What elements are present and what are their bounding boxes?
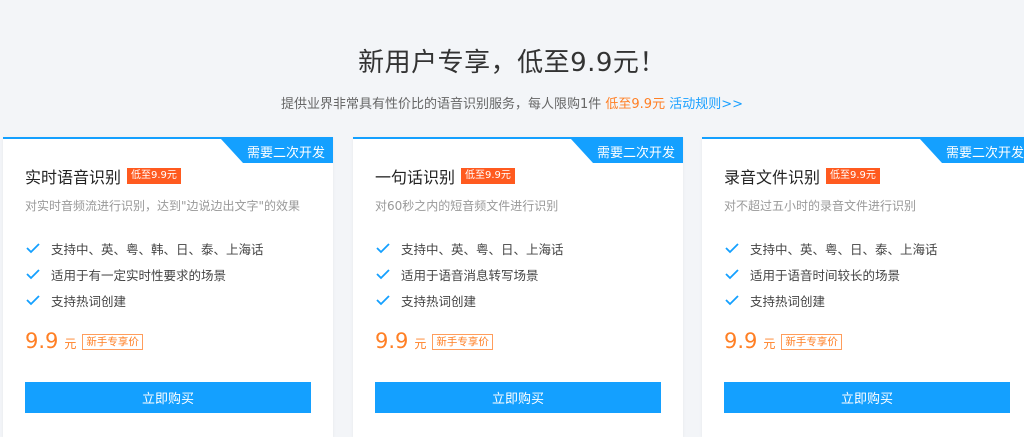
feature-text: 支持中、英、粤、日、泰、上海话 (750, 241, 938, 257)
feature-item: 支持热词创建 (25, 287, 264, 313)
feature-text: 支持热词创建 (750, 293, 826, 309)
discount-badge: 低至9.9元 (127, 168, 181, 184)
feature-item: 适用于语音消息转写场景 (375, 261, 564, 287)
feature-list: 支持中、英、粤、日、上海话 适用于语音消息转写场景 支持热词创建 (375, 235, 564, 313)
buy-button[interactable]: 立即购买 (25, 382, 311, 413)
buy-button[interactable]: 立即购买 (724, 382, 1010, 413)
product-card-realtime: 需要二次开发 实时语音识别 低至9.9元 对实时音频流进行识别，达到"边说边出文… (3, 137, 333, 437)
feature-list: 支持中、英、粤、韩、日、泰、上海话 适用于有一定实时性要求的场景 支持热词创建 (25, 235, 264, 313)
newbie-price-tag: 新手专享价 (432, 334, 493, 350)
product-cards: 需要二次开发 实时语音识别 低至9.9元 对实时音频流进行识别，达到"边说边出文… (0, 137, 1024, 437)
check-icon (725, 243, 739, 254)
check-icon (725, 295, 739, 306)
price-row: 9.9 元 新手专享价 (375, 329, 493, 353)
newbie-price-tag: 新手专享价 (781, 334, 842, 350)
discount-badge: 低至9.9元 (826, 168, 880, 184)
buy-button[interactable]: 立即购买 (375, 382, 661, 413)
price-unit: 元 (414, 337, 427, 351)
page-title: 新用户专享，低至9.9元！ (358, 48, 666, 78)
feature-item: 支持中、英、粤、日、泰、上海话 (724, 235, 938, 261)
card-title-row: 一句话识别 低至9.9元 (375, 164, 515, 188)
price-value: 9.9 (25, 329, 59, 353)
subtitle-price: 低至9.9元 (605, 97, 666, 112)
product-card-sentence: 需要二次开发 一句话识别 低至9.9元 对60秒之内的短音频文件进行识别 支持中… (353, 137, 683, 437)
feature-text: 适用于语音消息转写场景 (401, 267, 539, 283)
card-title-row: 录音文件识别 低至9.9元 (724, 164, 880, 188)
check-icon (376, 243, 390, 254)
feature-text: 支持热词创建 (51, 293, 127, 309)
dev-ribbon: 需要二次开发 (571, 139, 683, 163)
feature-list: 支持中、英、粤、日、泰、上海话 适用于语音时间较长的场景 支持热词创建 (724, 235, 938, 313)
feature-item: 适用于语音时间较长的场景 (724, 261, 938, 287)
feature-text: 支持中、英、粤、韩、日、泰、上海话 (51, 241, 264, 257)
price-unit: 元 (64, 337, 77, 351)
dev-ribbon: 需要二次开发 (920, 139, 1024, 163)
card-title-row: 实时语音识别 低至9.9元 (25, 164, 181, 188)
dev-ribbon: 需要二次开发 (221, 139, 333, 163)
subtitle-text: 提供业界非常具有性价比的语音识别服务，每人限购1件 (280, 97, 602, 112)
feature-item: 支持热词创建 (724, 287, 938, 313)
feature-item: 支持中、英、粤、韩、日、泰、上海话 (25, 235, 264, 261)
check-icon (725, 269, 739, 280)
price-row: 9.9 元 新手专享价 (724, 329, 842, 353)
card-title: 实时语音识别 (25, 168, 122, 187)
check-icon (26, 269, 40, 280)
feature-text: 适用于语音时间较长的场景 (750, 267, 901, 283)
price-value: 9.9 (724, 329, 758, 353)
feature-text: 支持热词创建 (401, 293, 477, 309)
check-icon (376, 295, 390, 306)
check-icon (376, 269, 390, 280)
product-card-file: 需要二次开发 录音文件识别 低至9.9元 对不超过五小时的录音文件进行识别 支持… (702, 137, 1024, 437)
feature-item: 适用于有一定实时性要求的场景 (25, 261, 264, 287)
feature-text: 适用于有一定实时性要求的场景 (51, 267, 227, 283)
card-description: 对不超过五小时的录音文件进行识别 (724, 199, 917, 213)
feature-item: 支持热词创建 (375, 287, 564, 313)
page-subtitle: 提供业界非常具有性价比的语音识别服务，每人限购1件 低至9.9元 活动规则>> (0, 93, 1024, 112)
feature-text: 支持中、英、粤、日、上海话 (401, 241, 564, 257)
price-row: 9.9 元 新手专享价 (25, 329, 143, 353)
card-description: 对实时音频流进行识别，达到"边说边出文字"的效果 (25, 199, 301, 213)
card-title: 录音文件识别 (724, 168, 821, 187)
rules-link[interactable]: 活动规则>> (669, 97, 743, 112)
feature-item: 支持中、英、粤、日、上海话 (375, 235, 564, 261)
discount-badge: 低至9.9元 (461, 168, 515, 184)
price-unit: 元 (763, 337, 776, 351)
check-icon (26, 243, 40, 254)
newbie-price-tag: 新手专享价 (82, 334, 143, 350)
price-value: 9.9 (375, 329, 409, 353)
card-description: 对60秒之内的短音频文件进行识别 (375, 199, 559, 213)
check-icon (26, 295, 40, 306)
card-title: 一句话识别 (375, 168, 456, 187)
